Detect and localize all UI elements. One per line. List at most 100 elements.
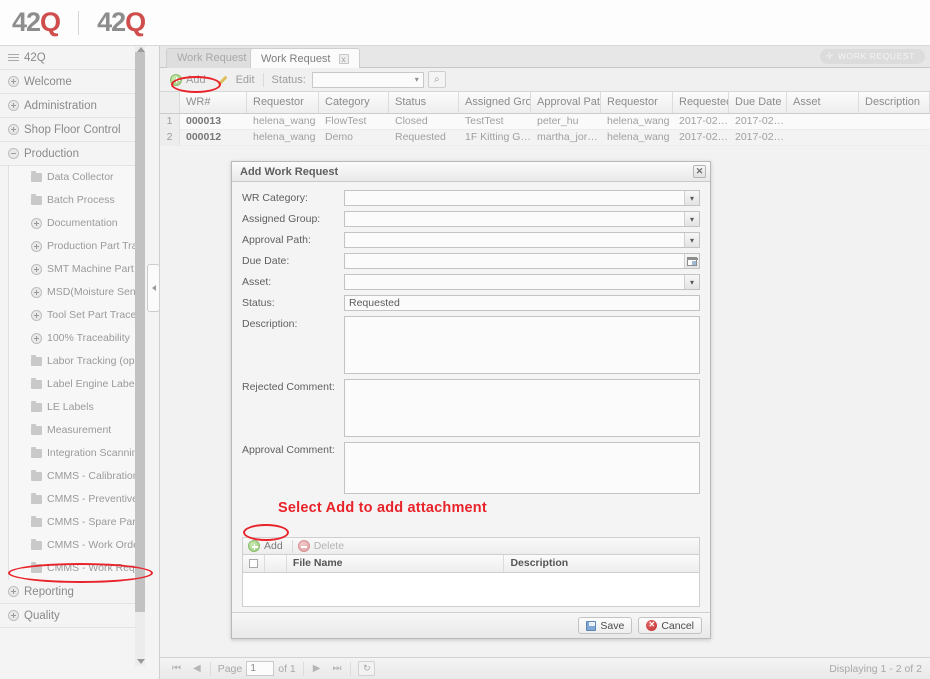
sidebar-item-welcome[interactable]: Welcome (0, 70, 145, 94)
cell-requestor-2: helena_wang (607, 131, 670, 143)
work-request-shortcut-button[interactable]: ✛ WORK REQUEST (819, 49, 925, 64)
attachment-add-button[interactable]: Add (248, 540, 283, 552)
sidebar-item-batch-process[interactable]: Batch Process (9, 189, 145, 212)
sidebar-item-administration[interactable]: Administration (0, 94, 145, 118)
grid-header-status[interactable]: Status (389, 92, 459, 113)
sidebar-item-label-engine-labels[interactable]: Label Engine Labels (9, 373, 145, 396)
approval-path-select[interactable]: ▾ (344, 232, 700, 248)
cancel-button[interactable]: ✕ Cancel (638, 617, 702, 634)
sidebar-item-cmms-preventive-maintenance[interactable]: CMMS - Preventive Maint (9, 488, 145, 511)
field-assigned-group: Assigned Group: ▾ (242, 211, 700, 227)
approval-comment-textarea[interactable] (344, 442, 700, 494)
dialog-footer: Save ✕ Cancel (232, 612, 710, 638)
sidebar-item-data-collector[interactable]: Data Collector (9, 166, 145, 189)
logo-primary[interactable]: 42Q (12, 9, 61, 36)
first-page-icon[interactable]: ⏮ (172, 663, 181, 674)
cancel-button-label: Cancel (661, 619, 694, 632)
sidebar-production-children: Data Collector Batch Process Documentati… (8, 166, 145, 580)
sidebar-item-100-traceability[interactable]: 100% Traceability (9, 327, 145, 350)
logo-secondary[interactable]: 42Q (97, 9, 146, 36)
sidebar-item-cmms-spare-parts[interactable]: CMMS - Spare Parts (9, 511, 145, 534)
page-number-input[interactable]: 1 (246, 661, 275, 676)
grid-header-requested[interactable]: Requested (673, 92, 729, 113)
sidebar-item-production[interactable]: Production (0, 142, 145, 166)
assigned-group-select[interactable]: ▾ (344, 211, 700, 227)
sidebar-collapse-handle[interactable] (147, 264, 159, 312)
grid-header-category[interactable]: Category (319, 92, 389, 113)
sidebar-item-label: Shop Floor Control (24, 123, 121, 136)
table-row[interactable]: 1 000013 helena_wang FlowTest Closed Tes… (160, 114, 930, 130)
grid-header-asset[interactable]: Asset (787, 92, 859, 113)
sidebar-item-42q[interactable]: 42Q (0, 46, 145, 70)
sidebar-item-labor-tracking[interactable]: Labor Tracking (operatio (9, 350, 145, 373)
grid-header-approval-path[interactable]: Approval Path (531, 92, 601, 113)
sidebar-item-reporting[interactable]: Reporting (0, 580, 145, 604)
cell-wr-number: 000012 (186, 131, 222, 143)
grid-header-row: WR# Requestor Category Status Assigned G… (160, 92, 930, 114)
sidebar-item-documentation[interactable]: Documentation (9, 212, 145, 235)
sidebar-item-tool-set-part-traceability[interactable]: Tool Set Part Traceabilit (9, 304, 145, 327)
grid-header-description[interactable]: Description (859, 92, 930, 113)
scroll-down-arrow-icon[interactable] (137, 659, 145, 664)
chevron-down-icon[interactable]: ▾ (684, 212, 699, 226)
due-date-input[interactable] (344, 253, 700, 269)
sidebar-item-msd[interactable]: MSD(Moisture Sensitive D (9, 281, 145, 304)
calendar-icon[interactable] (684, 254, 699, 268)
tab-work-request-active[interactable]: Work Request x (250, 48, 360, 69)
add-button[interactable]: Add (166, 73, 210, 87)
table-row[interactable]: 2 000012 helena_wang Demo Requested 1F K… (160, 130, 930, 146)
sidebar-item-label: Quality (24, 609, 60, 622)
sidebar-item-measurement[interactable]: Measurement (9, 419, 145, 442)
dialog-title-bar[interactable]: Add Work Request ✕ (232, 162, 710, 182)
wr-category-select[interactable]: ▾ (344, 190, 700, 206)
sidebar-item-cmms-work-order[interactable]: CMMS - Work Order (9, 534, 145, 557)
sidebar-item-label: Label Engine Labels (47, 378, 143, 390)
page-total-label: of 1 (278, 662, 296, 675)
attachment-header-description[interactable]: Description (504, 555, 699, 572)
plus-circle-green-icon (248, 540, 260, 552)
save-button[interactable]: Save (578, 617, 633, 634)
sidebar-item-production-part-traceability[interactable]: Production Part Traceab (9, 235, 145, 258)
chevron-down-icon[interactable]: ▾ (684, 275, 699, 289)
description-textarea[interactable] (344, 316, 700, 374)
status-filter-select[interactable]: ▾ (311, 71, 424, 88)
sidebar-item-shop-floor-control[interactable]: Shop Floor Control (0, 118, 145, 142)
grid-header-assigned-group[interactable]: Assigned Grou (459, 92, 531, 113)
grid-header-wr-number[interactable]: WR# (180, 92, 247, 113)
attachment-select-all-checkbox[interactable] (243, 555, 265, 572)
tab-label: Work Request (261, 52, 331, 65)
sidebar-item-quality[interactable]: Quality (0, 604, 145, 628)
attachment-toolbar-divider (291, 539, 293, 553)
attachment-header-file-name[interactable]: File Name (287, 555, 505, 572)
grid-header-requestor[interactable]: Requestor (247, 92, 319, 113)
grid-header-requestor-2[interactable]: Requestor (601, 92, 673, 113)
attachment-delete-button[interactable]: Delete (297, 540, 344, 552)
sidebar-item-smt-machine-part-traceability[interactable]: SMT Machine Part Tracea (9, 258, 145, 281)
close-icon[interactable]: ✕ (693, 165, 706, 178)
rejected-comment-textarea[interactable] (344, 379, 700, 437)
scrollbar-thumb[interactable] (135, 52, 145, 612)
sidebar-item-label: SMT Machine Part Tracea (47, 263, 145, 275)
chevron-down-icon[interactable]: ▾ (684, 233, 699, 247)
annotation-instruction: Select Add to add attachment (278, 500, 487, 516)
asset-select[interactable]: ▾ (344, 274, 700, 290)
sidebar-item-label: Integration Scanning (47, 447, 144, 459)
next-page-icon[interactable]: ▶ (313, 663, 321, 674)
tab-work-request-inactive[interactable]: Work Request (166, 48, 258, 68)
sidebar-scrollbar[interactable] (135, 46, 145, 666)
chevron-down-icon[interactable]: ▾ (684, 191, 699, 205)
search-button[interactable]: ⌕ (427, 71, 446, 88)
sidebar-item-cmms-work-request[interactable]: CMMS - Work Request (9, 557, 145, 580)
refresh-button[interactable]: ↻ (358, 661, 376, 676)
sidebar-item-label: Production (24, 147, 79, 160)
previous-page-icon[interactable]: ◀ (193, 663, 201, 674)
grid-header-due-date[interactable]: Due Date (729, 92, 787, 113)
edit-button[interactable]: Edit (216, 72, 264, 87)
last-page-icon[interactable]: ⏭ (332, 663, 341, 674)
status-input[interactable]: Requested (344, 295, 700, 311)
sidebar-item-cmms-calibration[interactable]: CMMS - Calibration (9, 465, 145, 488)
sidebar-item-le-labels[interactable]: LE Labels (9, 396, 145, 419)
sidebar-item-label: CMMS - Calibration (47, 470, 139, 482)
sidebar-item-integration-scanning[interactable]: Integration Scanning (9, 442, 145, 465)
tab-close-icon[interactable]: x (338, 54, 349, 64)
